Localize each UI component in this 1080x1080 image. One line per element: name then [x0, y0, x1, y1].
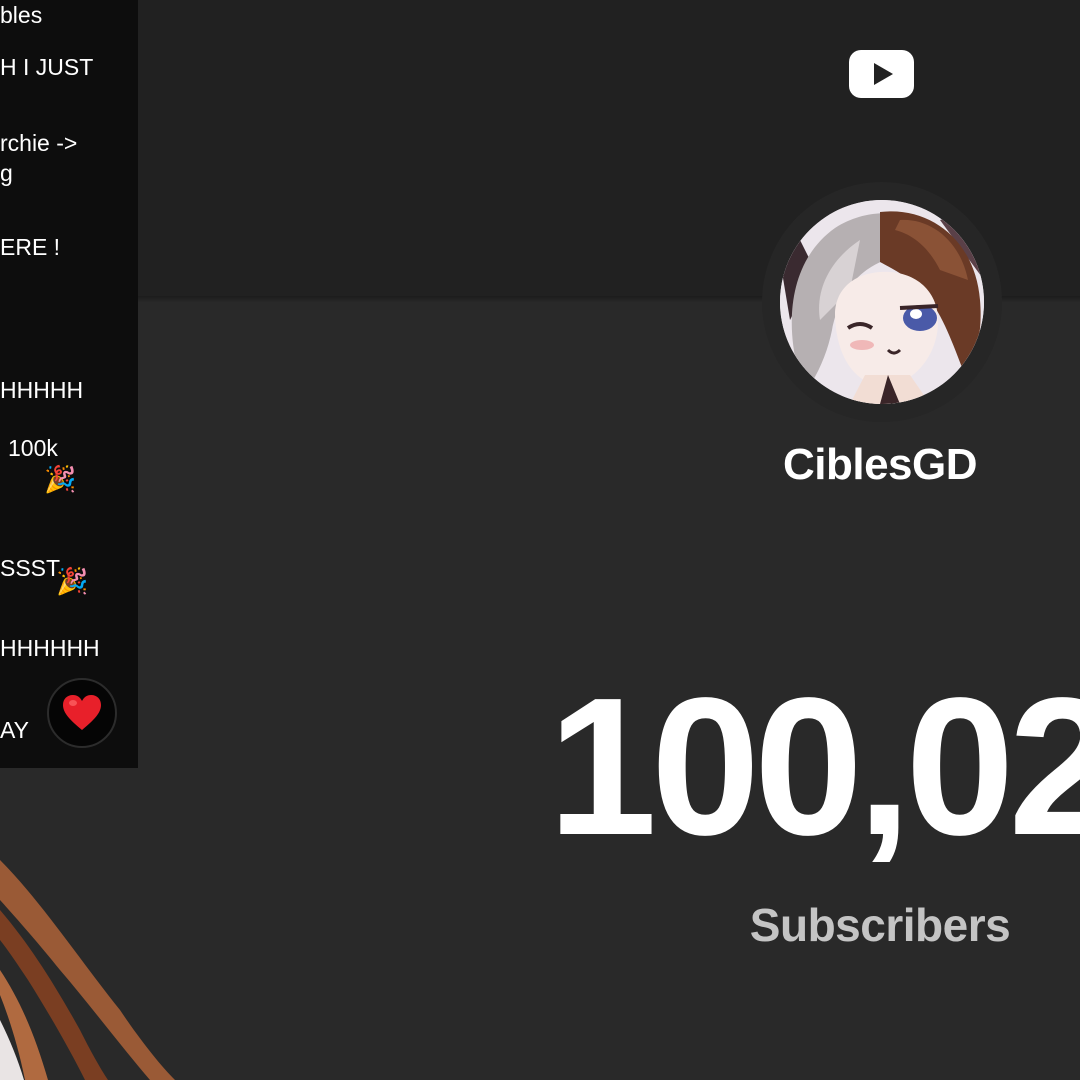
chat-message: SSST	[0, 555, 61, 581]
streamer-avatar-hair	[0, 860, 175, 1080]
subscriber-counter-screen: CiblesGD 100,02 Subscribers bles H I JUS…	[0, 0, 1080, 1080]
chat-message: H I JUST	[0, 54, 94, 80]
channel-name[interactable]: CiblesGD	[700, 440, 1060, 490]
chat-message: 100k	[8, 435, 58, 461]
heart-reaction-button[interactable]	[47, 678, 117, 748]
chat-message: HHHHHH	[0, 635, 100, 661]
chat-panel: bles H I JUST rchie -> g ERE ! HHHHH 100…	[0, 0, 138, 768]
subscriber-label: Subscribers	[749, 899, 1011, 951]
party-popper-icon: 🎉	[56, 566, 89, 596]
chat-message: g	[0, 160, 13, 186]
channel-avatar[interactable]	[780, 200, 984, 404]
chat-message: rchie ->	[0, 130, 78, 156]
chat-message: bles	[0, 2, 43, 28]
chat-message: AY	[0, 717, 29, 743]
subscriber-count: 100,02	[548, 672, 1080, 862]
chat-message: ERE !	[0, 234, 61, 260]
youtube-play-icon	[849, 50, 914, 98]
chat-message: HHHHH	[0, 377, 84, 403]
heart-icon	[63, 695, 101, 730]
party-popper-icon: 🎉	[44, 464, 77, 494]
